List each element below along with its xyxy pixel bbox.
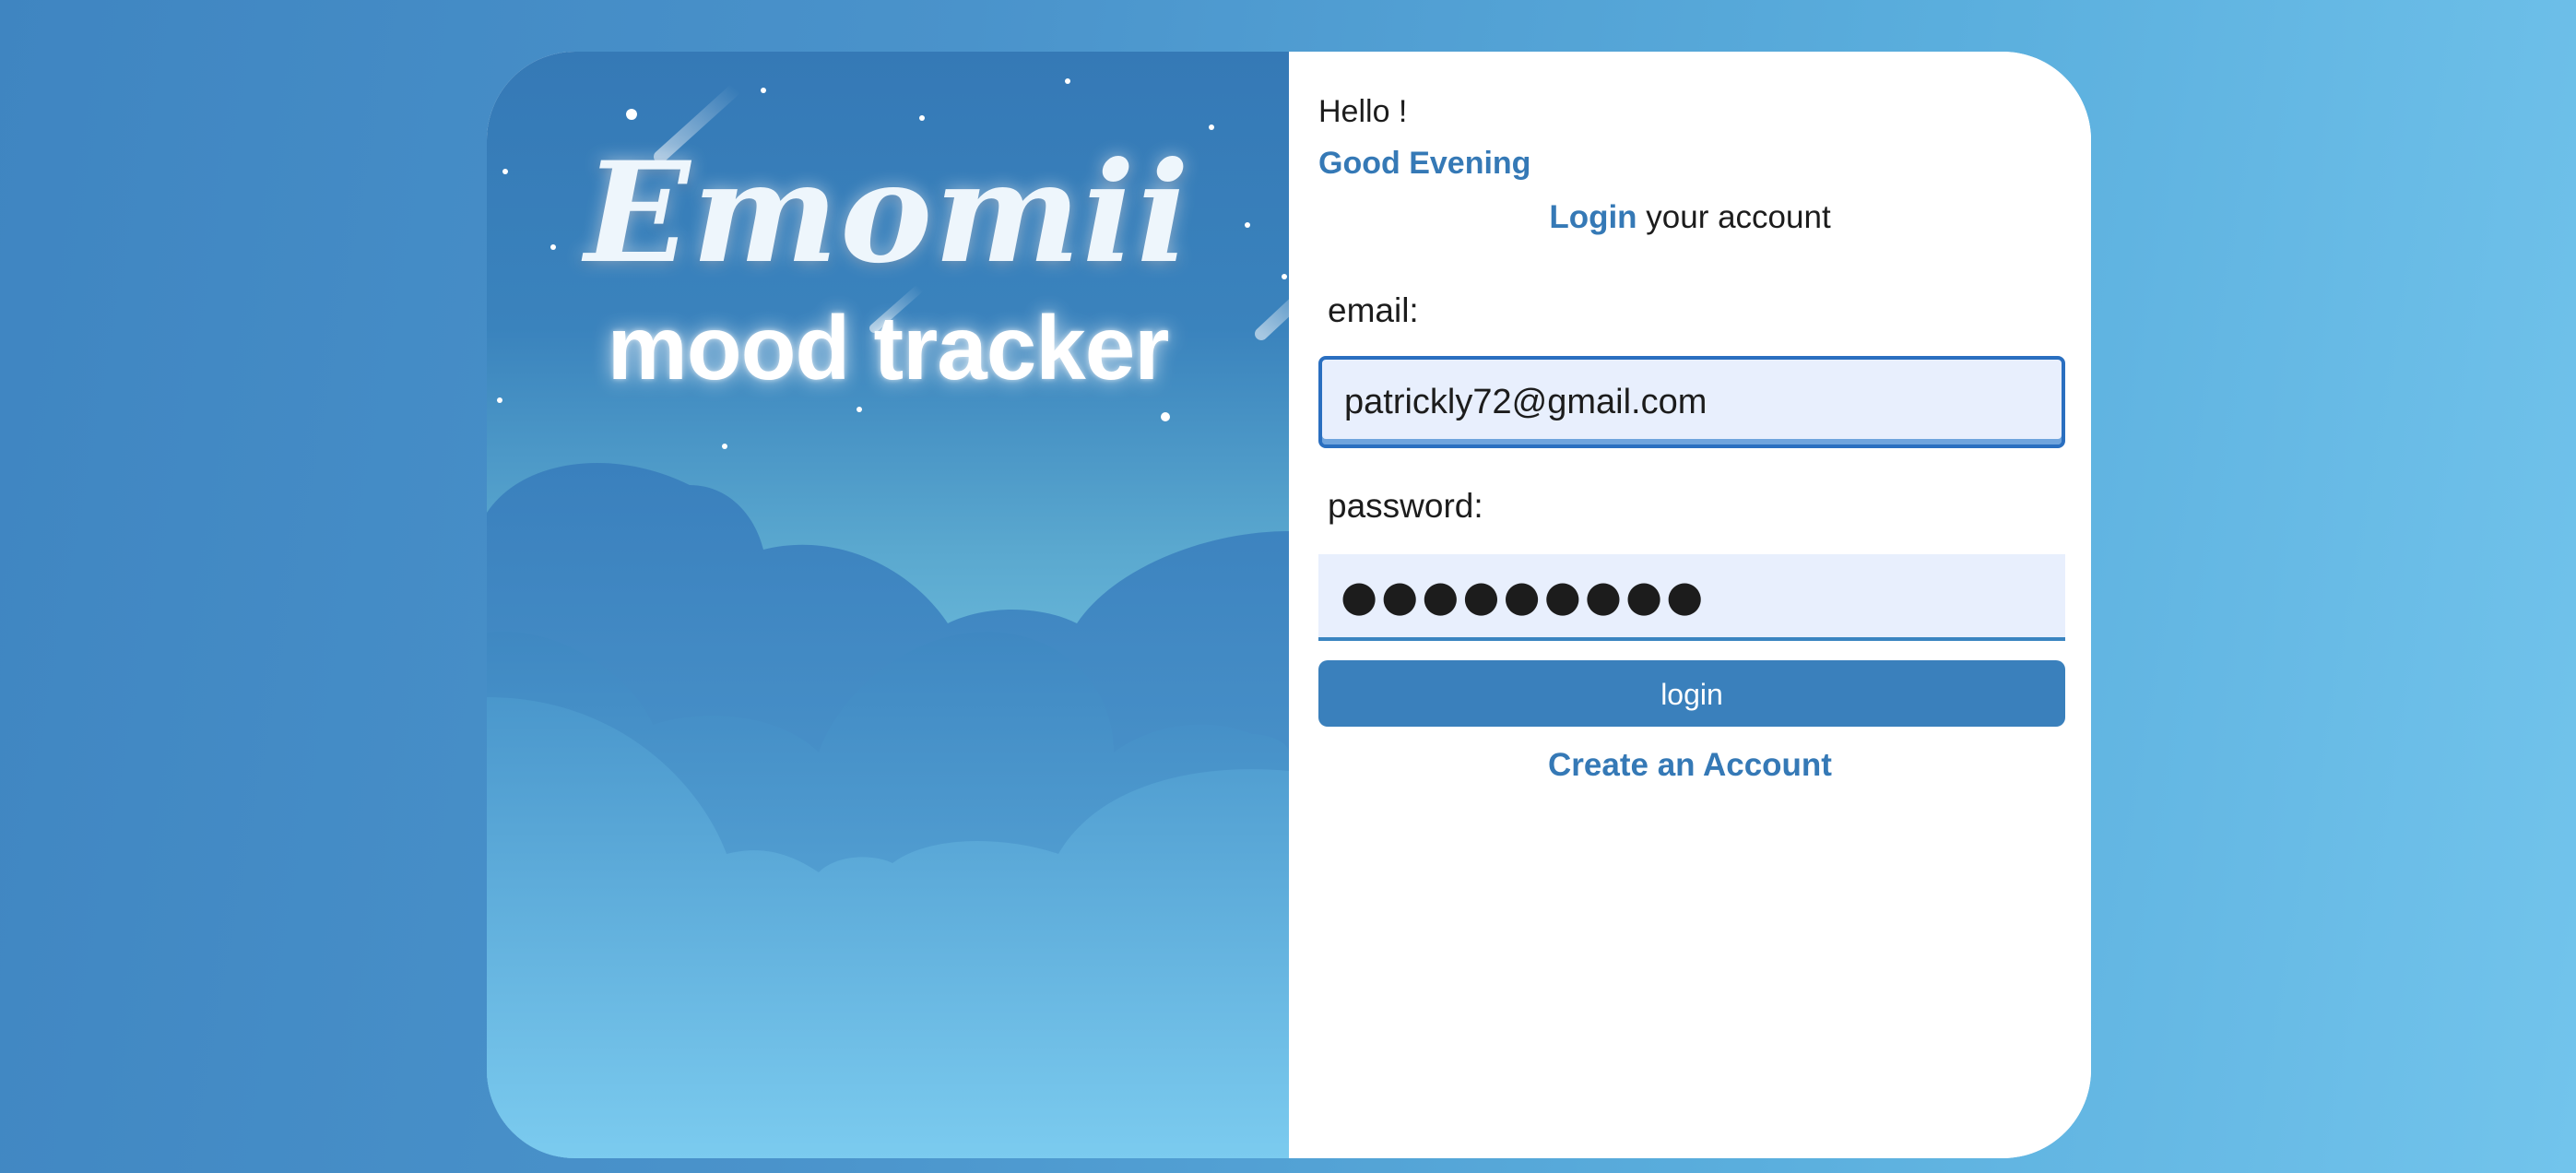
create-account-link[interactable]: Create an Account [1289, 747, 2091, 784]
login-heading-rest: your account [1637, 199, 1831, 235]
greeting-hello: Hello ! [1318, 94, 1408, 129]
email-field[interactable] [1318, 356, 2065, 448]
password-label: password: [1328, 487, 1483, 525]
email-label: email: [1328, 291, 1419, 329]
login-heading: Login your account [1289, 199, 2091, 236]
login-heading-accent: Login [1549, 199, 1637, 235]
greeting-time-of-day: Good Evening [1318, 146, 1531, 181]
login-card: Emomii mood tracker Hello ! Good Evening… [487, 52, 2091, 1158]
login-panel: Hello ! Good Evening Login your account … [1289, 52, 2091, 1158]
brand-tagline: mood tracker [607, 297, 1170, 398]
login-button[interactable]: login [1318, 660, 2065, 727]
password-field[interactable] [1318, 554, 2065, 641]
brand-logo-script: Emomii [585, 132, 1191, 294]
hero-illustration: Emomii mood tracker [487, 52, 1289, 1158]
